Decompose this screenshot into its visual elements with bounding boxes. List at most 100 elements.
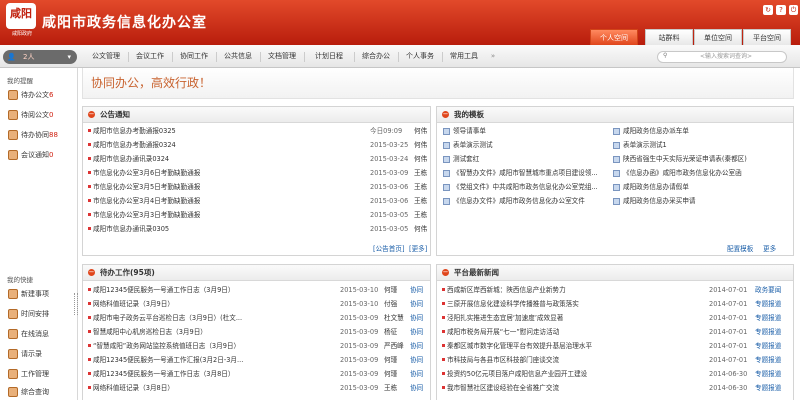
todo-type[interactable]: 协同 (410, 326, 423, 339)
todo-row[interactable]: 咸阳市电子政务云平台巡检日志（3月9日）(杜文... 2015-03-09 杜文慧协… (83, 312, 430, 325)
shortcut-query[interactable]: 综合查询 (8, 386, 49, 398)
template-item[interactable]: 《信息办文件》咸阳市政务信息化办公室文件 (443, 195, 613, 208)
todo-title[interactable]: 咸阳12345便民服务一号通工作日志（3月9日） (93, 284, 293, 297)
todo-row[interactable]: 智慧咸阳中心机房巡检日志（3月9日） 2015-03-09 杨征 协同 (83, 326, 430, 339)
tab-platform-space[interactable]: 平台空间 (743, 29, 791, 45)
nav-item-personal[interactable]: 个人事务 (400, 45, 440, 68)
template-item[interactable]: 咸阳政务信息办派车单 (613, 125, 793, 138)
tab-unit-space[interactable]: 单位空间 (694, 29, 742, 45)
todo-type[interactable]: 协同 (410, 284, 423, 297)
notice-title[interactable]: 市信息化办公室3月6日考勤缺勤通报 (93, 167, 283, 180)
reminder-collab[interactable]: 待办协同88 (8, 129, 58, 141)
reminder-meeting[interactable]: 会议通知0 (8, 149, 53, 161)
tab-site-group[interactable]: 站群料 (645, 29, 693, 45)
template-item[interactable]: 表单演示测试 (443, 139, 613, 152)
news-row[interactable]: 秦都区城市数字化管理平台有效提升基层治理水平 2014-07-01 专题报道 (437, 340, 793, 353)
template-item[interactable]: 表单演示测试1 (613, 139, 793, 152)
notice-row[interactable]: 咸阳市信息办通讯录0324 2015-03-24 何伟 (83, 153, 430, 166)
refresh-icon[interactable]: ↻ (763, 5, 773, 15)
news-title[interactable]: 泾阳扎实推进生态宜居‘加速度’成效显著 (447, 312, 647, 325)
template-item[interactable]: 测试套红 (443, 153, 613, 166)
notice-title[interactable]: 咸阳市信息办考勤通报0325 (93, 125, 283, 138)
notice-title[interactable]: 咸阳市信息办通讯录0324 (93, 153, 283, 166)
notice-title[interactable]: 市信息化办公室3月3日考勤缺勤通报 (93, 209, 283, 222)
todo-type[interactable]: 协同 (410, 312, 423, 325)
notice-row[interactable]: 咸阳市信息办通讯录0305 2015-03-05 何伟 (83, 223, 430, 236)
collapse-icon[interactable]: − (442, 111, 449, 118)
nav-more-icon[interactable]: » (486, 45, 500, 68)
todo-title[interactable]: 咸阳12345便民服务一号通工作汇报(3月2日-3月... (93, 354, 293, 367)
nav-item-public-info[interactable]: 公共信息 (218, 45, 258, 68)
news-category[interactable]: 专题报道 (755, 382, 781, 395)
todo-row[interactable]: “智慧咸阳”政务网站监控系统值班日志（3月9日） 2015-03-09 严西峰 协同 (83, 340, 430, 353)
nav-item-schedule[interactable]: 计划日程 (306, 45, 352, 68)
nav-item-meeting[interactable]: 会议工作 (130, 45, 170, 68)
news-row[interactable]: 投资约50亿元项目落户咸阳信息产业园开工建设 2014-06-30 专题报道 (437, 368, 793, 381)
todo-type[interactable]: 协同 (410, 354, 423, 367)
todo-row[interactable]: 咸阳12345便民服务一号通工作日志（3月9日） 2015-03-10 何瑾 协同 (83, 284, 430, 297)
todo-row[interactable]: 网络科值班记录（3月9日） 2015-03-10 付强 协同 (83, 298, 430, 311)
template-item[interactable]: 领导请事单 (443, 125, 613, 138)
news-category[interactable]: 专题报道 (755, 340, 781, 353)
notice-row[interactable]: 咸阳市信息办考勤通报0325 今日09:09 何伟 (83, 125, 430, 138)
tab-personal-space[interactable]: 个人空间 (590, 29, 638, 45)
news-row[interactable]: 泾阳扎实推进生态宜居‘加速度’成效显著 2014-07-01 专题报道 (437, 312, 793, 325)
todo-title[interactable]: 智慧咸阳中心机房巡检日志（3月9日） (93, 326, 293, 339)
todo-title[interactable]: 咸阳市电子政务云平台巡检日志（3月9日）(杜文... (93, 312, 293, 325)
help-icon[interactable]: ? (776, 5, 786, 15)
todo-type[interactable]: 协同 (410, 368, 423, 381)
news-category[interactable]: 专题报道 (755, 298, 781, 311)
notice-title[interactable]: 咸阳市信息办通讯录0305 (93, 223, 283, 236)
template-item[interactable]: 咸阳政务信息办请假单 (613, 181, 793, 194)
template-item[interactable]: 陕西省强生中天实际光荣证申请表(秦都区) (613, 153, 793, 166)
reminder-read-docs[interactable]: 待阅公文0 (8, 109, 53, 121)
nav-item-document[interactable]: 公文管理 (86, 45, 126, 68)
todo-title[interactable]: 网络科值班记录（3月8日） (93, 382, 293, 395)
news-category[interactable]: 专题报道 (755, 312, 781, 325)
shortcut-messages[interactable]: 在线消息 (8, 328, 49, 340)
todo-title[interactable]: 网络科值班记录（3月9日） (93, 298, 293, 311)
collapse-icon[interactable]: − (442, 269, 449, 276)
notice-title[interactable]: 市信息化办公室3月4日考勤缺勤通报 (93, 195, 283, 208)
news-category[interactable]: 专题报道 (755, 326, 781, 339)
news-title[interactable]: 西咸新区岸西新城：陕西信息产业新势力 (447, 284, 647, 297)
shortcut-new-item[interactable]: 新建事项 (8, 288, 49, 300)
notice-row[interactable]: 咸阳市信息办考勤通报0324 2015-03-25 何伟 (83, 139, 430, 152)
todo-title[interactable]: “智慧咸阳”政务网站监控系统值班日志（3月9日） (93, 340, 293, 353)
user-menu[interactable]: 👤 2人 ▾ (3, 50, 77, 64)
shortcut-requests[interactable]: 请示录 (8, 348, 42, 360)
notice-row[interactable]: 市信息化办公室3月5日考勤缺勤通报 2015-03-06 王栋 (83, 181, 430, 194)
news-row[interactable]: 三原开展信息化建设科学传播推普与政策落实 2014-07-01 专题报道 (437, 298, 793, 311)
nav-item-collab[interactable]: 协同工作 (174, 45, 214, 68)
news-category[interactable]: 政务要闻 (755, 284, 781, 297)
news-title[interactable]: 市科技局与各县市区科技部门座谈交流 (447, 354, 647, 367)
news-category[interactable]: 专题报道 (755, 354, 781, 367)
shortcut-work-mgmt[interactable]: 工作管理 (8, 368, 49, 380)
template-item[interactable]: 《信息办函》咸阳市政务信息化办公室函 (613, 167, 793, 180)
collapse-icon[interactable]: − (88, 269, 95, 276)
news-title[interactable]: 投资约50亿元项目落户咸阳信息产业园开工建设 (447, 368, 647, 381)
todo-row[interactable]: 咸阳12345便民服务一号通工作汇报(3月2日-3月... 2015-03-09 何… (83, 354, 430, 367)
notice-title[interactable]: 市信息化办公室3月5日考勤缺勤通报 (93, 181, 283, 194)
notice-row[interactable]: 市信息化办公室3月6日考勤缺勤通报 2015-03-09 王栋 (83, 167, 430, 180)
todo-type[interactable]: 协同 (410, 382, 423, 395)
news-row[interactable]: 西咸新区岸西新城：陕西信息产业新势力 2014-07-01 政务要闻 (437, 284, 793, 297)
nav-item-tools[interactable]: 常用工具 (444, 45, 484, 68)
notice-more-link[interactable]: [更多] (409, 243, 427, 253)
search-input[interactable]: <输入搜索词查询> (657, 51, 787, 63)
news-row[interactable]: 我市智慧社区建设经验在全省推广交流 2014-06-30 专题报道 (437, 382, 793, 395)
template-item[interactable]: 咸阳政务信息办采买申请 (613, 195, 793, 208)
todo-row[interactable]: 咸阳12345便民服务一号通工作日志（3月8日） 2015-03-09 何瑾 协同 (83, 368, 430, 381)
shortcut-schedule[interactable]: 时间安排 (8, 308, 49, 320)
notice-row[interactable]: 市信息化办公室3月3日考勤缺勤通报 2015-03-05 王栋 (83, 209, 430, 222)
collapse-icon[interactable]: − (88, 111, 95, 118)
power-icon[interactable]: ⏻ (789, 5, 798, 15)
todo-type[interactable]: 协同 (410, 340, 423, 353)
reminder-pending-docs[interactable]: 待办公文6 (8, 89, 53, 101)
nav-item-doc-mgmt[interactable]: 文档管理 (262, 45, 302, 68)
news-title[interactable]: 三原开展信息化建设科学传播推普与政策落实 (447, 298, 647, 311)
news-category[interactable]: 专题报道 (755, 368, 781, 381)
news-title[interactable]: 秦都区城市数字化管理平台有效提升基层治理水平 (447, 340, 647, 353)
notice-row[interactable]: 市信息化办公室3月4日考勤缺勤通报 2015-03-06 王栋 (83, 195, 430, 208)
nav-item-office[interactable]: 综合办公 (356, 45, 396, 68)
